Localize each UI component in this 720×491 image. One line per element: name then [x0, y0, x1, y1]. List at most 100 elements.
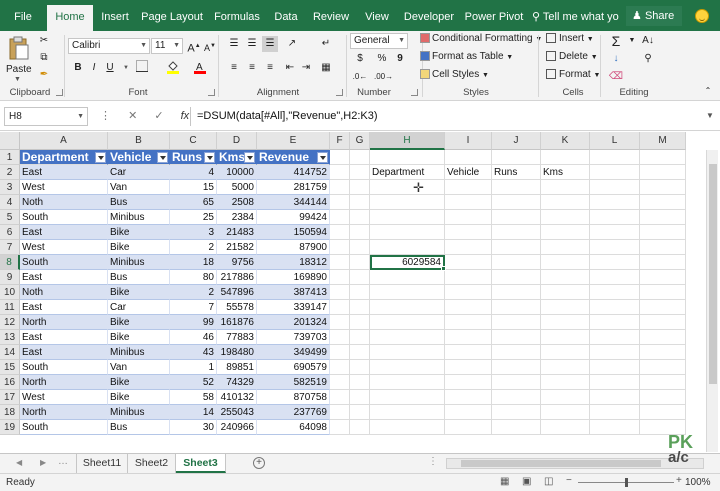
share-button[interactable]: ♟ Share [626, 6, 683, 26]
grid-cell[interactable] [492, 270, 541, 285]
grid-cell[interactable] [541, 225, 590, 240]
chevron-down-icon[interactable]: ▼ [624, 33, 640, 49]
grid-cell[interactable] [370, 330, 445, 345]
table-cell[interactable]: 414752 [257, 165, 330, 180]
row-header-10[interactable]: 10 [0, 285, 20, 300]
zoom-in-icon[interactable]: + [676, 475, 682, 486]
grid-cell[interactable] [350, 330, 370, 345]
row-header-18[interactable]: 18 [0, 405, 20, 420]
accounting-format-icon[interactable]: $ [352, 51, 368, 67]
grid-cell[interactable] [590, 405, 640, 420]
next-sheet-icon[interactable]: ▶ [40, 458, 46, 467]
table-cell[interactable]: Bike [108, 330, 170, 345]
normal-view-icon[interactable]: ▦ [500, 476, 509, 487]
grid-cell[interactable] [330, 300, 350, 315]
table-cell[interactable]: 25 [170, 210, 217, 225]
grid-cell[interactable] [492, 315, 541, 330]
grid-cell[interactable] [445, 330, 492, 345]
grid-cell[interactable] [590, 270, 640, 285]
table-cell[interactable]: Bike [108, 315, 170, 330]
grid-cell[interactable] [330, 165, 350, 180]
column-header-i[interactable]: I [445, 132, 492, 150]
grid-cell[interactable] [541, 180, 590, 195]
grid-cell[interactable] [640, 300, 686, 315]
top-align-icon[interactable]: ☰ [226, 36, 242, 52]
table-cell[interactable]: West [20, 390, 108, 405]
grid-cell[interactable] [541, 255, 590, 270]
table-cell[interactable]: 387413 [257, 285, 330, 300]
grid-cell[interactable] [541, 150, 590, 165]
grid-cell[interactable] [370, 240, 445, 255]
criteria-header-department[interactable]: Department [370, 165, 445, 180]
row-header-19[interactable]: 19 [0, 420, 20, 435]
table-cell[interactable]: 690579 [257, 360, 330, 375]
table-cell[interactable]: 99424 [257, 210, 330, 225]
tab-file[interactable]: File [6, 6, 40, 31]
grid-cell[interactable] [640, 165, 686, 180]
row-header-14[interactable]: 14 [0, 345, 20, 360]
column-header-a[interactable]: A [20, 132, 108, 150]
increase-indent-icon[interactable]: ⇥ [298, 60, 314, 76]
table-cell[interactable]: 582519 [257, 375, 330, 390]
table-cell[interactable]: 547896 [217, 285, 257, 300]
table-cell[interactable]: 18312 [257, 255, 330, 270]
paste-button[interactable]: Paste ▼ [6, 34, 32, 83]
grid-cell[interactable] [640, 405, 686, 420]
fill-handle[interactable] [441, 266, 446, 271]
table-cell[interactable]: 58 [170, 390, 217, 405]
grid-cell[interactable] [640, 360, 686, 375]
insert-cells-button[interactable]: Insert ▼ [546, 33, 594, 44]
table-cell[interactable]: 281759 [257, 180, 330, 195]
grid-cell[interactable] [330, 375, 350, 390]
table-cell[interactable]: 2 [170, 285, 217, 300]
grid-cell[interactable] [640, 180, 686, 195]
orientation-icon[interactable]: ↗ [284, 36, 300, 52]
grid-cell[interactable] [492, 285, 541, 300]
column-header-l[interactable]: L [590, 132, 640, 150]
align-center-icon[interactable]: ≡ [244, 60, 260, 76]
font-size-select[interactable]: 11 ▼ [151, 38, 183, 54]
insert-function-icon[interactable]: fx [181, 110, 190, 122]
table-cell[interactable]: 2 [170, 240, 217, 255]
increase-font-icon[interactable]: A▲ [186, 38, 202, 55]
collapse-ribbon-icon[interactable]: ⌃ [700, 83, 716, 99]
zoom-out-icon[interactable]: − [566, 475, 572, 486]
column-header-e[interactable]: E [257, 132, 330, 150]
table-cell[interactable]: Van [108, 360, 170, 375]
grid-cell[interactable] [492, 150, 541, 165]
row-header-11[interactable]: 11 [0, 300, 20, 315]
font-color-icon[interactable]: A [192, 60, 208, 76]
fill-icon[interactable]: ↓ [608, 51, 624, 67]
column-header-k[interactable]: K [541, 132, 590, 150]
table-cell[interactable]: Bus [108, 195, 170, 210]
grid-cell[interactable] [445, 210, 492, 225]
grid-cell[interactable] [590, 165, 640, 180]
row-header-7[interactable]: 7 [0, 240, 20, 255]
table-cell[interactable]: South [20, 360, 108, 375]
grid-cell[interactable] [445, 150, 492, 165]
grid-cell[interactable] [492, 330, 541, 345]
bold-button[interactable]: B [70, 60, 86, 76]
enter-icon[interactable]: ✓ [154, 110, 163, 122]
grid-cell[interactable] [492, 345, 541, 360]
filter-dropdown-icon[interactable] [204, 152, 215, 163]
grid-cell[interactable] [492, 300, 541, 315]
table-cell[interactable]: Bike [108, 225, 170, 240]
tab-review[interactable]: Review [308, 6, 354, 31]
filter-dropdown-icon[interactable] [95, 152, 106, 163]
table-cell[interactable]: 240966 [217, 420, 257, 435]
increase-decimal-icon[interactable]: .0← [352, 69, 368, 85]
grid-cell[interactable] [330, 240, 350, 255]
font-launcher-icon[interactable] [208, 89, 215, 96]
table-cell[interactable]: East [20, 165, 108, 180]
table-cell[interactable]: 161876 [217, 315, 257, 330]
table-cell[interactable]: 77883 [217, 330, 257, 345]
grid-cell[interactable] [350, 210, 370, 225]
table-cell[interactable]: West [20, 240, 108, 255]
grid-cell[interactable] [640, 150, 686, 165]
table-cell[interactable]: Minibus [108, 255, 170, 270]
grid-cell[interactable] [541, 330, 590, 345]
row-header-17[interactable]: 17 [0, 390, 20, 405]
grid-cell[interactable] [330, 345, 350, 360]
grid-cell[interactable] [541, 375, 590, 390]
